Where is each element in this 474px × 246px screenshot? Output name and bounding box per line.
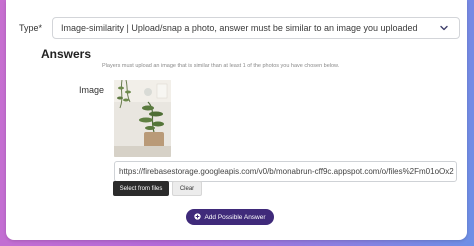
image-url-input[interactable]: https://firebasestorage.googleapis.com/v…: [114, 161, 457, 182]
image-field-label: Image: [79, 85, 105, 95]
type-field-label: Type*: [19, 23, 43, 33]
add-possible-answer-label: Add Possible Answer: [204, 213, 266, 221]
uploaded-image-thumbnail: [114, 80, 171, 157]
type-select-value: Image-similarity | Upload/snap a photo, …: [61, 23, 418, 33]
type-select[interactable]: Image-similarity | Upload/snap a photo, …: [52, 17, 460, 39]
clear-button[interactable]: Clear: [172, 181, 202, 196]
answers-helper-text: Players must upload an image that is sim…: [102, 63, 340, 69]
chevron-down-icon[interactable]: [437, 21, 451, 35]
settings-card: Type* Image-similarity | Upload/snap a p…: [6, 0, 467, 240]
plus-circle-icon: [194, 212, 202, 222]
select-from-files-button[interactable]: Select from files: [113, 181, 169, 196]
add-possible-answer-button[interactable]: Add Possible Answer: [186, 209, 274, 225]
answers-section-title: Answers: [41, 47, 92, 61]
